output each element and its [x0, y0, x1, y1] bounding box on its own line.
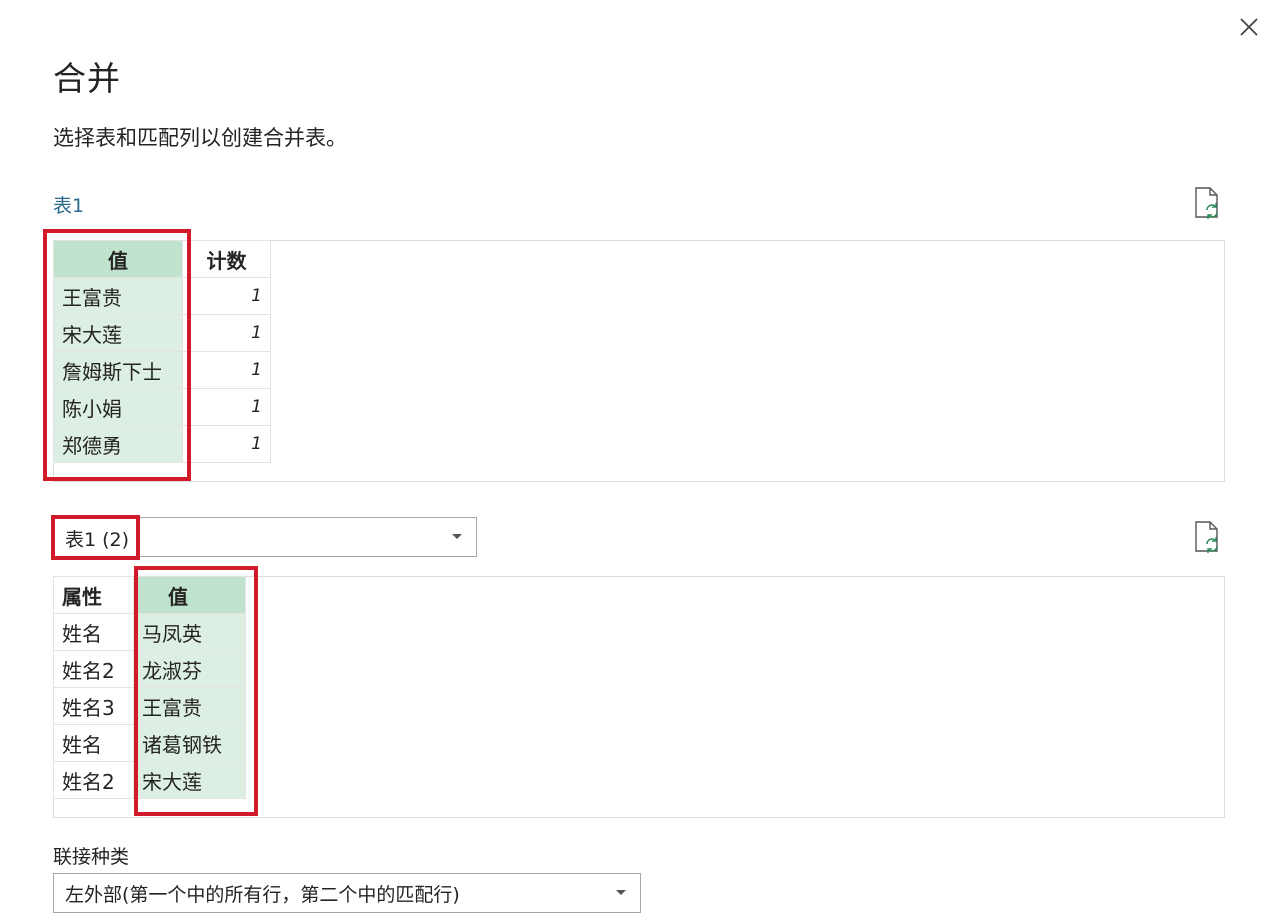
table2-grid: 属性 值 姓名 马凤英 姓名2 龙淑芬 姓名3 王富贵 姓名 诸葛钢铁 姓名2 … [53, 576, 246, 799]
join-kind-select[interactable]: 左外部(第一个中的所有行，第二个中的匹配行) [53, 873, 641, 913]
column-header-value[interactable]: 值 [53, 240, 183, 278]
join-kind-value: 左外部(第一个中的所有行，第二个中的匹配行) [65, 884, 460, 906]
column-header-value[interactable]: 值 [133, 576, 246, 614]
table2-select-value: 表1 (2) [65, 529, 130, 551]
table-cell: 陈小娟 [53, 388, 183, 426]
table-row: 王富贵 1 [53, 277, 271, 315]
dialog-subtitle: 选择表和匹配列以创建合并表。 [53, 126, 347, 150]
table-row: 詹姆斯下士 1 [53, 351, 271, 389]
table-cell: 王富贵 [133, 687, 246, 725]
table-cell: 1 [182, 425, 271, 463]
table-cell: 姓名3 [53, 687, 134, 725]
table-cell: 王富贵 [53, 277, 183, 315]
column-header-attribute[interactable]: 属性 [53, 576, 134, 614]
table-cell: 1 [182, 351, 271, 389]
table-cell: 詹姆斯下士 [53, 351, 183, 389]
table1-label: 表1 [53, 195, 85, 217]
table-cell: 宋大莲 [53, 314, 183, 352]
table-cell: 1 [182, 388, 271, 426]
refresh-preview-button-2[interactable] [1193, 520, 1223, 554]
dialog-title: 合并 [53, 59, 121, 98]
chevron-down-icon [616, 890, 626, 895]
table1-grid: 值 计数 王富贵 1 宋大莲 1 詹姆斯下士 1 陈小娟 1 郑德勇 1 [53, 240, 271, 463]
close-icon [1240, 18, 1258, 36]
table-cell: 1 [182, 277, 271, 315]
table-row: 姓名2 龙淑芬 [53, 650, 246, 688]
table2-select[interactable]: 表1 (2) [53, 517, 477, 557]
table-cell: 马凤英 [133, 613, 246, 651]
table-row: 郑德勇 1 [53, 425, 271, 463]
table-cell: 诸葛钢铁 [133, 724, 246, 762]
join-kind-label: 联接种类 [53, 846, 130, 868]
close-button[interactable] [1232, 10, 1266, 44]
table-cell: 姓名 [53, 613, 134, 651]
column-header-count[interactable]: 计数 [182, 240, 271, 278]
table-cell: 宋大莲 [133, 761, 246, 799]
table-row: 姓名 诸葛钢铁 [53, 724, 246, 762]
refresh-document-icon [1195, 521, 1218, 553]
table-row: 姓名 马凤英 [53, 613, 246, 651]
table-row: 宋大莲 1 [53, 314, 271, 352]
table-cell: 郑德勇 [53, 425, 183, 463]
table-header-row: 属性 值 [53, 576, 246, 614]
table-cell: 姓名2 [53, 650, 134, 688]
table-header-row: 值 计数 [53, 240, 271, 278]
table-cell: 龙淑芬 [133, 650, 246, 688]
table-row: 陈小娟 1 [53, 388, 271, 426]
table-cell: 姓名 [53, 724, 134, 762]
refresh-document-icon [1195, 187, 1218, 219]
table-row: 姓名3 王富贵 [53, 687, 246, 725]
merge-dialog: 合并 选择表和匹配列以创建合并表。 表1 值 计数 王富贵 1 宋大莲 1 詹姆… [0, 0, 1280, 913]
table-row: 姓名2 宋大莲 [53, 761, 246, 799]
refresh-preview-button[interactable] [1193, 186, 1223, 220]
chevron-down-icon [452, 534, 462, 539]
table-cell: 1 [182, 314, 271, 352]
table-cell: 姓名2 [53, 761, 134, 799]
